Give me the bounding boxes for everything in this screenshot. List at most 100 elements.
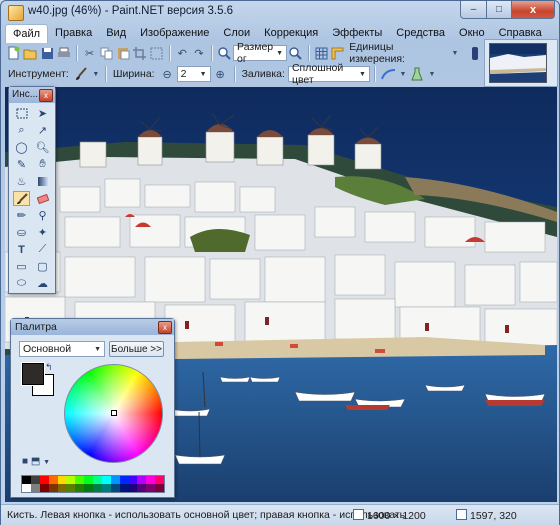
palette-swatch[interactable] bbox=[119, 484, 129, 492]
menu-effects[interactable]: Эффекты bbox=[325, 24, 389, 42]
new-file-icon[interactable] bbox=[6, 45, 21, 62]
redo-icon[interactable]: ↷ bbox=[192, 45, 207, 62]
undo-icon[interactable]: ↶ bbox=[175, 45, 190, 62]
width-increase-icon[interactable]: ⊕ bbox=[212, 66, 229, 83]
paintnet-app-icon[interactable] bbox=[8, 5, 24, 21]
tools-window-close-button[interactable]: x bbox=[39, 89, 53, 102]
palette-swatch[interactable] bbox=[146, 476, 156, 484]
menu-image[interactable]: Изображение bbox=[133, 24, 216, 42]
palette-swatch[interactable] bbox=[110, 484, 120, 492]
image-tab-thumbnail[interactable] bbox=[489, 43, 547, 83]
rounded-rectangle-icon[interactable]: ▢ bbox=[34, 259, 51, 274]
lasso-select-icon[interactable]: ⌕ bbox=[13, 123, 30, 138]
save-icon[interactable] bbox=[40, 45, 55, 62]
palette-dropdown-icon[interactable]: ▼ bbox=[43, 459, 50, 466]
palette-swatch[interactable] bbox=[155, 484, 164, 492]
clone-stamp-icon[interactable]: ⛀ bbox=[13, 225, 30, 240]
deselect-icon[interactable] bbox=[149, 45, 164, 62]
print-icon[interactable] bbox=[57, 45, 72, 62]
palette-swatch[interactable] bbox=[48, 484, 58, 492]
palette-swatch[interactable] bbox=[128, 484, 138, 492]
color-picker-icon[interactable]: ⚲ bbox=[34, 208, 51, 223]
palette-swatch[interactable] bbox=[93, 484, 102, 492]
line-curve-icon[interactable]: ⟋ bbox=[34, 242, 51, 257]
paint-bucket-icon[interactable]: ♨ bbox=[13, 174, 30, 189]
units-dropdown-icon[interactable]: ▼ bbox=[448, 45, 463, 62]
blend-mode-icon[interactable] bbox=[409, 66, 426, 83]
swap-colors-icon[interactable]: ↰ bbox=[45, 362, 53, 373]
palette-swatch[interactable] bbox=[93, 476, 102, 484]
palette-mode-combo[interactable]: Основной ▼ bbox=[19, 341, 105, 357]
tool-dropdown-icon[interactable]: ▼ bbox=[92, 66, 100, 83]
fill-combo[interactable]: Сплошной цвет ▼ bbox=[287, 62, 370, 86]
menu-edit[interactable]: Правка bbox=[48, 24, 99, 42]
palette-swatch[interactable] bbox=[110, 476, 120, 484]
palette-swatch[interactable] bbox=[146, 484, 156, 492]
zoom-size-combo[interactable]: Размер ог ▼ bbox=[233, 41, 288, 65]
palette-swatch[interactable] bbox=[128, 476, 138, 484]
palette-swatch[interactable] bbox=[22, 484, 31, 492]
text-tool-icon[interactable]: T bbox=[13, 242, 30, 257]
palette-swatch[interactable] bbox=[155, 476, 164, 484]
palette-more-button[interactable]: Больше >> bbox=[109, 341, 164, 357]
magic-wand-icon[interactable]: ✎ bbox=[13, 157, 30, 172]
antialiasing-icon[interactable] bbox=[380, 66, 397, 83]
recolor-icon[interactable]: ✦ bbox=[34, 225, 51, 240]
menu-view[interactable]: Вид bbox=[99, 24, 133, 42]
paintbrush-tool-icon[interactable] bbox=[13, 191, 30, 206]
palette-swatch[interactable] bbox=[137, 476, 147, 484]
palette-swatch[interactable] bbox=[30, 484, 40, 492]
menu-adjustments[interactable]: Коррекция bbox=[257, 24, 325, 42]
palette-swatch[interactable] bbox=[66, 484, 76, 492]
menu-layers[interactable]: Слои bbox=[216, 24, 257, 42]
eraser-icon[interactable] bbox=[34, 191, 51, 206]
ellipse-shape-icon[interactable]: ⬭ bbox=[13, 276, 30, 291]
paste-icon[interactable] bbox=[116, 45, 131, 62]
gradient-icon[interactable] bbox=[34, 174, 51, 189]
rectangle-select-icon[interactable] bbox=[13, 106, 30, 121]
ellipse-select-icon[interactable]: ◯ bbox=[13, 140, 30, 155]
palette-swatch[interactable] bbox=[101, 484, 111, 492]
move-pixels-icon[interactable]: ↗ bbox=[34, 123, 51, 138]
maximize-button[interactable]: □ bbox=[487, 1, 512, 19]
copy-icon[interactable] bbox=[99, 45, 114, 62]
pencil-icon[interactable]: ✏ bbox=[13, 208, 30, 223]
palette-menu-icon[interactable]: ⬒ bbox=[31, 456, 40, 467]
width-decrease-icon[interactable]: ⊖ bbox=[159, 66, 176, 83]
close-button[interactable]: x bbox=[512, 1, 555, 19]
palette-swatch[interactable] bbox=[84, 484, 93, 492]
palette-swatch[interactable] bbox=[66, 476, 76, 484]
zoom-out-icon[interactable] bbox=[217, 45, 232, 62]
zoom-in-icon[interactable] bbox=[288, 45, 303, 62]
cut-icon[interactable]: ✂ bbox=[82, 45, 97, 62]
palette-swatch[interactable] bbox=[75, 476, 85, 484]
move-selection-icon[interactable]: ➤ bbox=[34, 106, 51, 121]
blend-mode-dropdown-icon[interactable]: ▼ bbox=[428, 66, 436, 83]
palette-window-close-button[interactable]: x bbox=[158, 321, 172, 334]
palette-swatch[interactable] bbox=[119, 476, 129, 484]
palette-swatch[interactable] bbox=[57, 476, 67, 484]
zoom-tool-icon[interactable]: 🔍︎ bbox=[34, 140, 51, 155]
grid-icon[interactable] bbox=[314, 45, 329, 62]
pan-tool-icon[interactable]: ✋︎ bbox=[34, 157, 51, 172]
minimize-button[interactable]: – bbox=[460, 1, 487, 19]
freeform-shape-icon[interactable]: ☁ bbox=[34, 276, 51, 291]
ruler-icon[interactable] bbox=[330, 45, 345, 62]
palette-swatch[interactable] bbox=[39, 484, 49, 492]
palette-swatch[interactable] bbox=[39, 476, 49, 484]
menu-file[interactable]: Файл bbox=[5, 23, 49, 43]
menu-utilities[interactable]: Средства bbox=[389, 24, 452, 42]
palette-swatch[interactable] bbox=[30, 476, 40, 484]
brush-tool-icon[interactable] bbox=[73, 66, 90, 83]
antialiasing-dropdown-icon[interactable]: ▼ bbox=[399, 66, 407, 83]
palette-swatch[interactable] bbox=[22, 476, 31, 484]
palette-swatch[interactable] bbox=[84, 476, 93, 484]
color-wheel[interactable] bbox=[64, 364, 163, 463]
palette-swatch[interactable] bbox=[57, 484, 67, 492]
palette-swatch[interactable] bbox=[75, 484, 85, 492]
palette-swatch[interactable] bbox=[48, 476, 58, 484]
crop-to-selection-icon[interactable] bbox=[132, 45, 147, 62]
open-file-icon[interactable] bbox=[23, 45, 38, 62]
palette-swatch-small-icon[interactable]: ■ bbox=[22, 456, 28, 467]
width-input[interactable]: 2 ▼ bbox=[176, 66, 211, 82]
